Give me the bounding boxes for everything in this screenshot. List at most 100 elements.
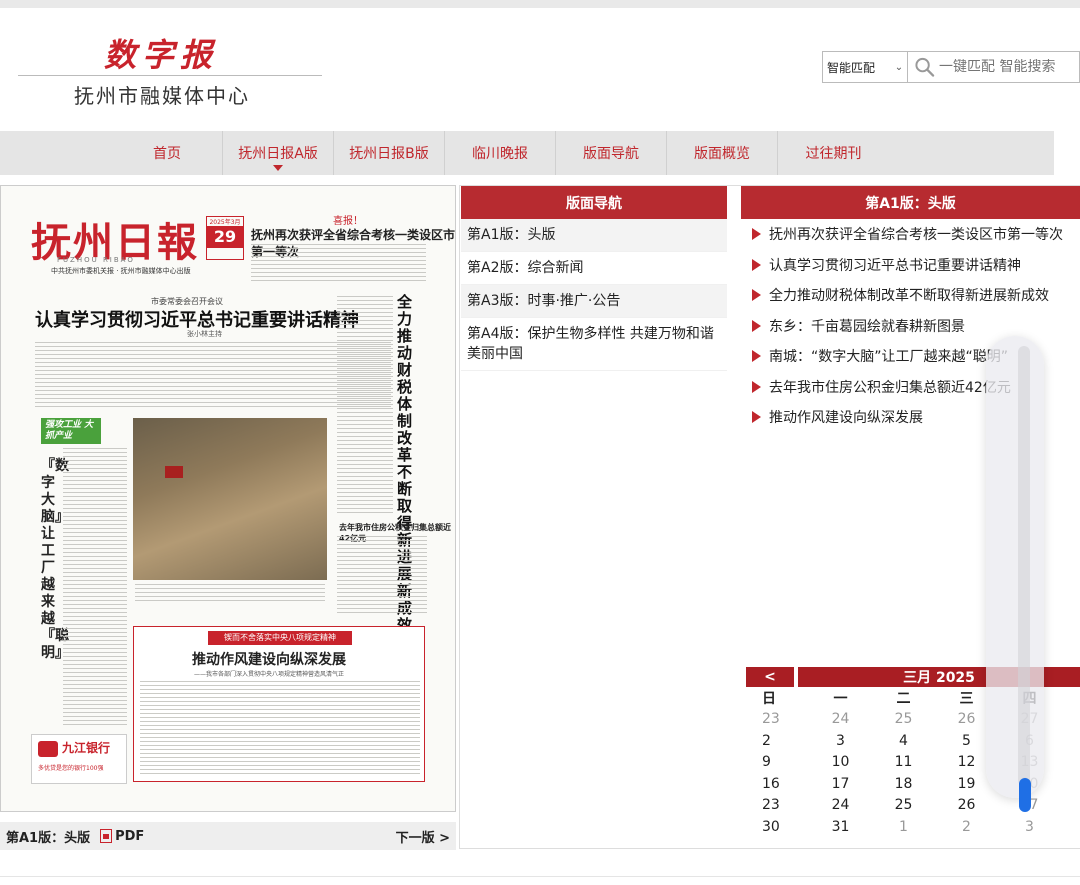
nav-item-fuzhou-daily-a[interactable]: 抚州日报A版 [223,131,334,175]
scrollbar-track[interactable] [1018,346,1030,786]
calendar-day[interactable]: 4 [872,730,935,752]
calendar-weekday: 日 [762,690,776,707]
scrollbar-thumb[interactable] [1019,778,1031,812]
article-list-header: 第A1版：头版 [741,186,1080,219]
site-logo-subtitle: 抚州市融媒体中心 [74,84,250,108]
site-logo-title[interactable]: 数字报 [104,30,218,76]
bullet-triangle-icon [752,411,761,424]
chevron-down-icon: ⌄ [894,61,904,73]
feature-banner: 锲而不舍落实中央八项规定精神 [208,631,352,645]
layout-nav-header: 版面导航 [461,186,727,219]
pdf-link[interactable]: PDF [100,829,144,844]
article-item[interactable]: 东乡：千亩葛园绘就春耕新图景 [748,311,1080,342]
calendar-day[interactable]: 28 [1061,709,1080,731]
calendar-weekday: 一 [833,690,848,707]
calendar-day[interactable]: 10 [809,752,872,774]
pdf-label: PDF [115,828,145,844]
search-mode-value: 智能匹配 [827,60,876,75]
top-band [0,0,1080,8]
calendar-day[interactable]: 17 [809,773,872,795]
calendar-day[interactable]: 11 [872,752,935,774]
article-item[interactable]: 认真学习贯彻习近平总书记重要讲话精神 [748,250,1080,281]
calendar-day[interactable]: 23 [746,709,809,731]
layout-nav-list: 第A1版：头版 第A2版：综合新闻 第A3版：时事·推广·公告 第A4版：保护生… [461,219,727,371]
search-mode-select[interactable]: 智能匹配 ⌄ [822,51,908,83]
bank-logo-icon [38,741,58,757]
nav-item-layout-nav[interactable]: 版面导航 [556,131,667,175]
floating-scrollbar [986,336,1044,798]
bottom-divider [0,876,1080,877]
bullet-triangle-icon [752,380,761,393]
text-block [251,244,426,284]
nav-item-home[interactable]: 首页 [112,131,223,175]
newspaper-page-image[interactable]: 抚州日報 FUZHOU RIBAO 中共抚州市委机关报 · 抚州市融媒体中心出版… [0,185,456,812]
pdf-icon [100,829,113,843]
newspaper-masthead-pinyin: FUZHOU RIBAO [57,256,135,264]
calendar-day[interactable]: 24 [809,709,872,731]
article-item[interactable]: 抚州再次获评全省综合考核一类设区市第一等次 [748,219,1080,250]
calendar-day[interactable]: 21 [1061,773,1080,795]
tractor-shape [165,466,183,478]
main-nav: 首页 抚州日报A版 抚州日报B版 临川晚报 版面导航 版面概览 过往期刊 [0,131,1054,175]
article-item[interactable]: 全力推动财税体制改革不断取得新进展新成效 [748,280,1080,311]
industry-badge: 强攻工业 大抓产业 [41,418,101,444]
calendar-day[interactable]: 23 [746,795,809,817]
calendar-weekday: 二 [896,690,911,707]
search-input[interactable] [939,59,1079,75]
bullet-triangle-icon [752,319,761,332]
calendar-day[interactable]: 25 [872,795,935,817]
search-icon[interactable] [914,56,935,78]
calendar-day[interactable]: 1 [872,816,935,838]
calendar-day[interactable]: 4 [1061,816,1080,838]
feature-subtitle: ——我市各部门深入贯彻中央八项规定精神营造风清气正 [194,671,345,678]
calendar-day[interactable]: 7 [1061,730,1080,752]
paper-footer: 第A1版：头版 PDF 下一版 > [0,822,456,850]
bullet-triangle-icon [752,228,761,241]
bullet-triangle-icon [752,258,761,271]
bullet-triangle-icon [752,289,761,302]
calendar-day[interactable]: 26 [935,795,998,817]
layout-nav-item-a1[interactable]: 第A1版：头版 [461,219,727,252]
calendar-day[interactable]: 2 [746,730,809,752]
vertical-headline-2[interactable]: 『数字大脑』让工厂越来越『聪明』 [41,458,69,662]
calendar-day[interactable]: 28 [1061,795,1080,817]
search-box[interactable] [908,51,1080,83]
calendar-day[interactable]: 25 [872,709,935,731]
calendar-day[interactable]: 2 [935,816,998,838]
nav-item-fuzhou-daily-b[interactable]: 抚州日报B版 [334,131,445,175]
photo-caption-lines [135,584,325,604]
layout-nav-item-a4[interactable]: 第A4版：保护生物多样性 共建万物和谐美丽中国 [461,318,727,371]
text-block [337,536,427,616]
nav-item-linchuan-evening[interactable]: 临川晚报 [445,131,556,175]
bank-advertisement[interactable]: 九江银行 多优贷是您的银行100强 [31,734,127,784]
text-block [337,296,393,516]
calendar-day[interactable]: 3 [998,816,1061,838]
current-page-label: 第A1版：头版 [6,830,91,846]
feature-box[interactable]: 锲而不舍落实中央八项规定精神 推动作风建设向纵深发展 ——我市各部门深入贯彻中央… [133,626,425,782]
nav-item-layout-overview[interactable]: 版面概览 [667,131,778,175]
layout-nav-item-a3[interactable]: 第A3版：时事·推广·公告 [461,285,727,318]
headline2-byline: 张小林主持 [187,330,222,338]
calendar-day[interactable]: 24 [809,795,872,817]
farmland-photo[interactable] [133,418,327,580]
feature-title: 推动作风建设向纵深发展 [192,652,346,668]
calendar-day[interactable]: 31 [809,816,872,838]
bullet-triangle-icon [752,350,761,363]
calendar-day[interactable]: 18 [872,773,935,795]
headline1-kicker: 喜报！ [333,216,363,227]
calendar-day[interactable]: 14 [1061,752,1080,774]
text-block [140,681,420,777]
text-block [63,448,127,728]
newspaper-date-box: 2025年3月 29 [206,216,244,260]
newspaper-date-month: 2025年3月 [209,219,241,226]
newspaper-date-day: 29 [207,226,243,248]
nav-item-past-issues[interactable]: 过往期刊 [778,131,889,175]
layout-nav-item-a2[interactable]: 第A2版：综合新闻 [461,252,727,285]
calendar-day[interactable]: 3 [809,730,872,752]
calendar-prev-button[interactable]: < [746,667,794,687]
calendar-day[interactable]: 9 [746,752,809,774]
calendar-day[interactable]: 30 [746,816,809,838]
next-page-link[interactable]: 下一版 > [396,827,450,846]
logo-divider [18,75,322,76]
calendar-day[interactable]: 16 [746,773,809,795]
